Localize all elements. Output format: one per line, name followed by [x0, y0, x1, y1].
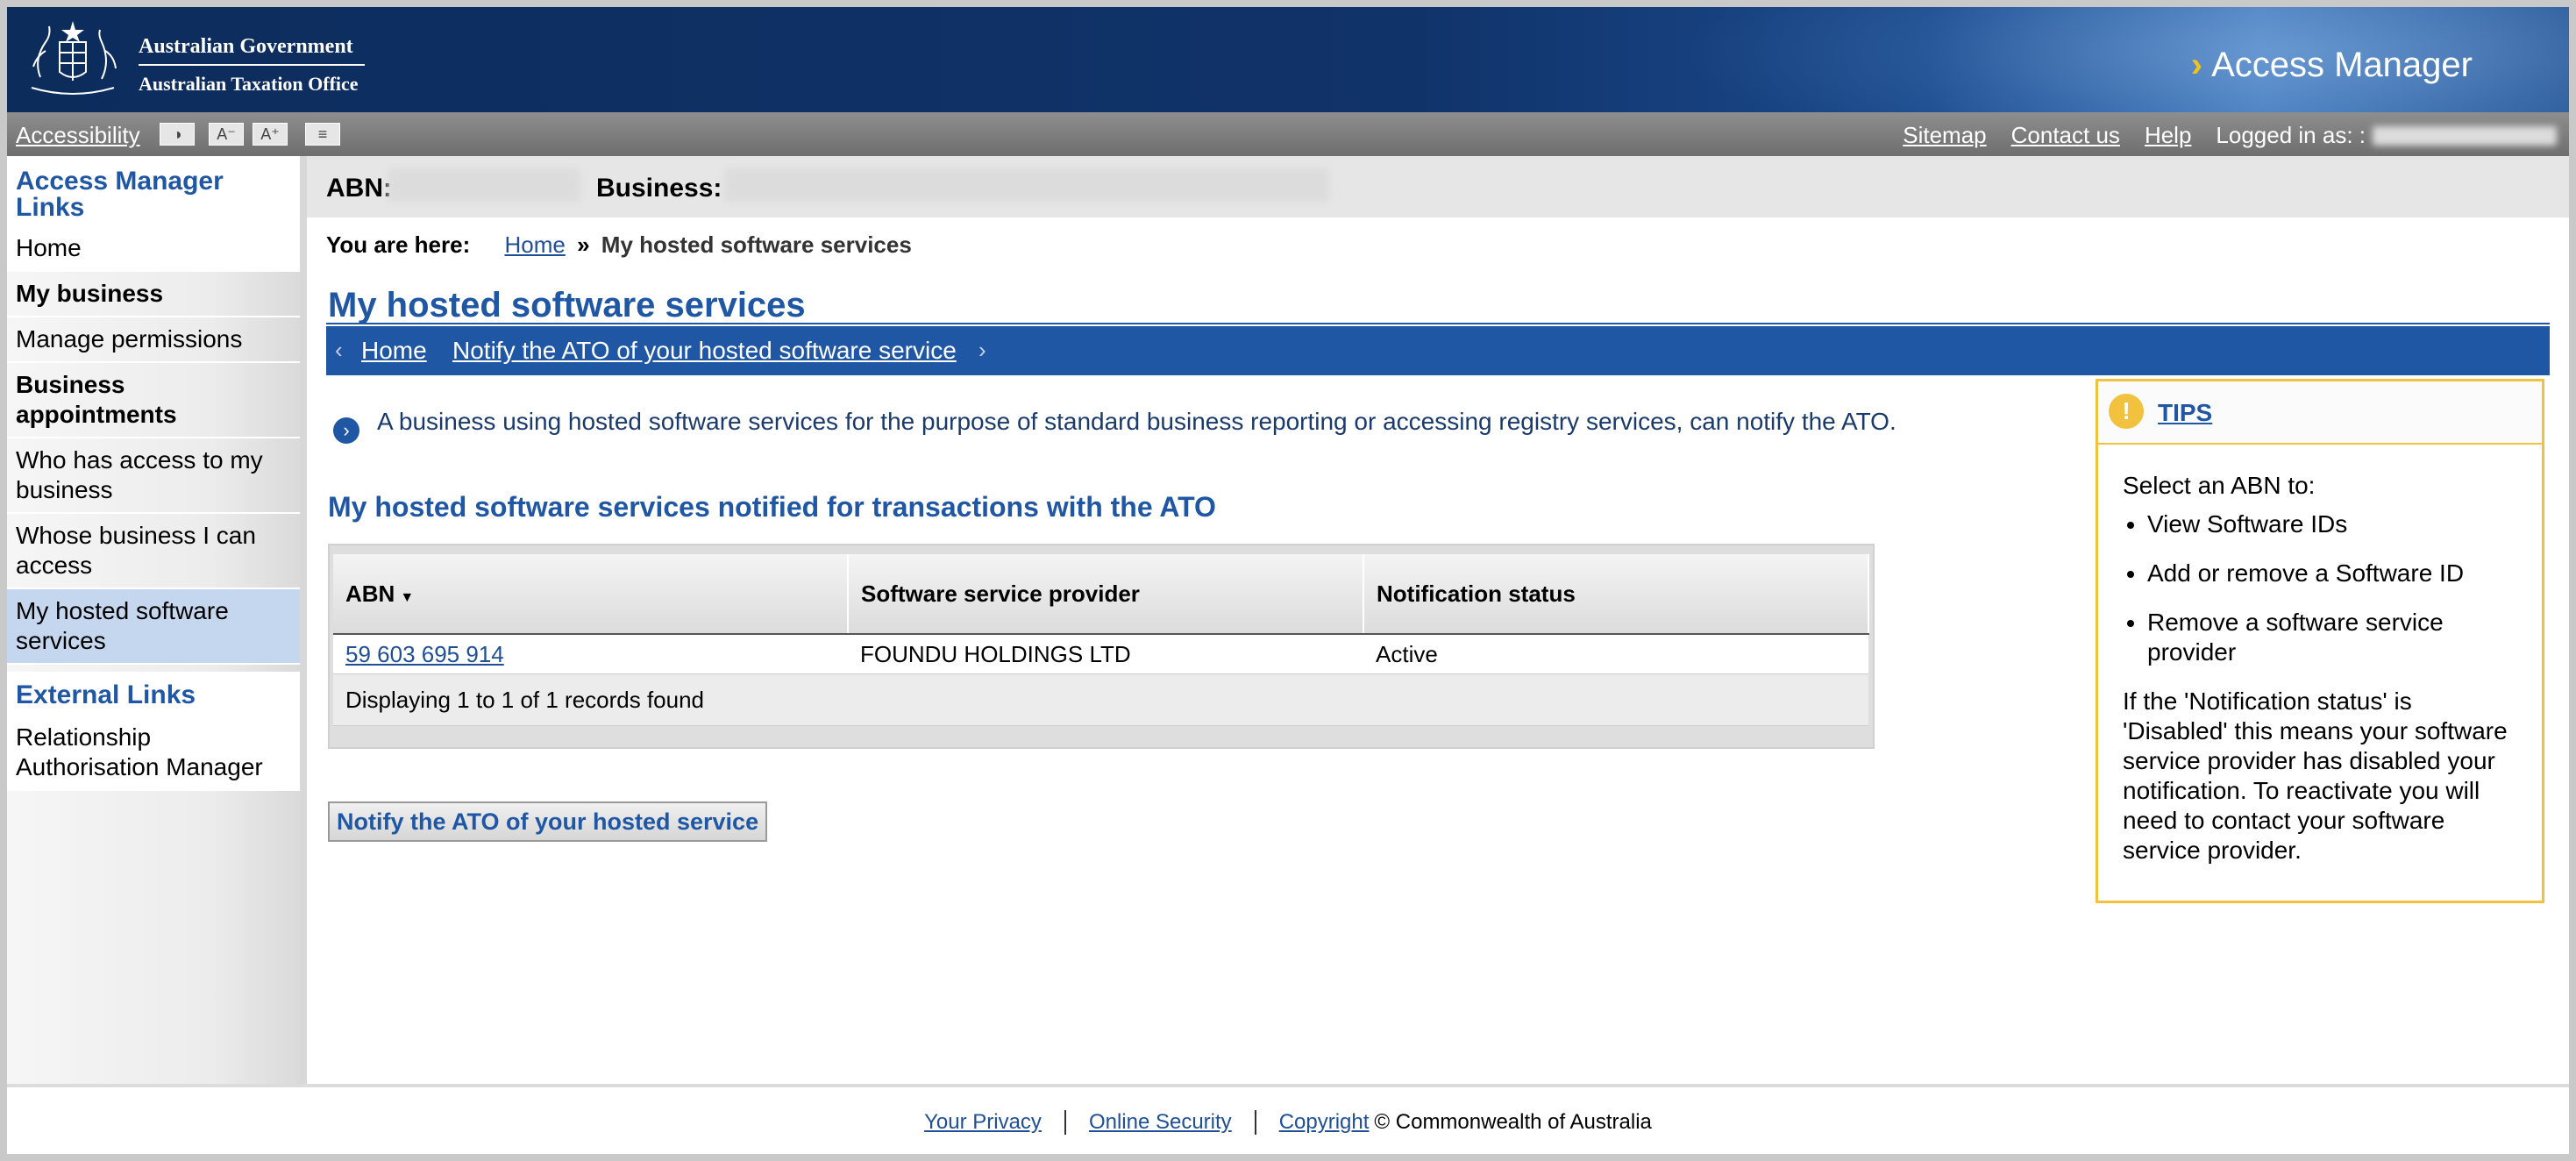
privacy-link[interactable]: Your Privacy [924, 1110, 1042, 1135]
notify-ato-button[interactable]: Notify the ATO of your hosted service [328, 801, 768, 842]
table-footer-row: Displaying 1 to 1 of 1 records found [333, 673, 1868, 726]
tips-list-item: Remove a software service provider [2147, 608, 2517, 667]
contrast-toggle-button[interactable]: ◑ [160, 123, 195, 146]
section-heading: My hosted software services notified for… [328, 491, 1216, 523]
increase-text-icon: A⁺ [260, 125, 280, 143]
copyright-text: © Commonwealth of Australia [1374, 1110, 1652, 1134]
left-navigation: Access Manager Links Home My business Ma… [7, 156, 307, 1084]
breadcrumb-home-link[interactable]: Home [504, 231, 565, 258]
site-banner: Australian Government Australian Taxatio… [7, 7, 2569, 112]
decrease-text-icon: A⁻ [217, 125, 236, 143]
nav-heading: Access Manager Links [7, 156, 300, 226]
coat-of-arms-logo [31, 21, 117, 95]
utility-links: Sitemap Contact us Help Logged in as: : [1903, 122, 2557, 149]
intro-paragraph: A business using hosted software service… [377, 408, 1896, 435]
gov-line-1: Australian Government [139, 35, 365, 66]
text-only-button[interactable]: ≡ [305, 123, 340, 146]
records-count: Displaying 1 to 1 of 1 records found [333, 673, 1868, 726]
subnav-home-link[interactable]: Home [361, 337, 427, 365]
footer-divider [1064, 1110, 1066, 1135]
browser-page: Australian Government Australian Taxatio… [7, 7, 2569, 1154]
column-header-status: Notification status [1363, 554, 1869, 635]
sitemap-link[interactable]: Sitemap [1903, 122, 1986, 149]
nav-item-whose-business[interactable]: Whose business I can access [7, 514, 300, 589]
nav-item-ram[interactable]: Relationship Authorisation Manager [7, 716, 300, 791]
contact-us-link[interactable]: Contact us [2011, 122, 2120, 149]
page-title: My hosted software services [328, 286, 806, 324]
abn-link[interactable]: 59 603 695 914 [345, 641, 504, 667]
breadcrumb: You are here: Home » My hosted software … [326, 231, 912, 259]
increase-text-button[interactable]: A⁺ [253, 123, 288, 146]
chevron-right-icon: › [978, 337, 986, 363]
tips-note: If the 'Notification status' is 'Disable… [2123, 687, 2508, 864]
cell-provider: FOUNDU HOLDINGS LTD [848, 634, 1363, 674]
tips-list-item: Add or remove a Software ID [2147, 559, 2517, 588]
accessibility-link[interactable]: Accessibility [16, 122, 140, 149]
nav-item-my-business: My business [7, 272, 300, 317]
abn-label: ABN: [326, 174, 392, 203]
subnav-notify-link[interactable]: Notify the ATO of your hosted software s… [452, 337, 957, 365]
logged-in-label: Logged in as: : [2216, 122, 2366, 148]
sub-navigation: ‹ Home Notify the ATO of your hosted sof… [326, 326, 2550, 375]
abn-business-bar: ABN: Business: [307, 156, 2569, 217]
title-divider [326, 323, 2550, 324]
nav-item-who-has-access[interactable]: Who has access to my business [7, 438, 300, 514]
footer-divider [1254, 1110, 1256, 1135]
breadcrumb-separator: » [577, 231, 590, 258]
tips-header: ! TIPS [2098, 381, 2542, 445]
nav-item-business-appointments: Business appointments [7, 363, 300, 438]
help-link[interactable]: Help [2145, 122, 2191, 149]
app-title-text: Access Manager [2211, 46, 2473, 84]
gov-line-2: Australian Taxation Office [139, 73, 359, 95]
arrow-bullet-icon: › [333, 417, 359, 444]
tips-body: Select an ABN to: View Software IDs Add … [2098, 445, 2542, 865]
decrease-text-button[interactable]: A⁻ [209, 123, 244, 146]
text-only-icon: ≡ [317, 125, 328, 143]
abn-value-redacted [388, 168, 580, 202]
business-label: Business: [596, 174, 722, 203]
tips-intro: Select an ABN to: [2123, 472, 2316, 499]
tips-title-link[interactable]: TIPS [2158, 399, 2212, 427]
tips-list-item: View Software IDs [2147, 509, 2517, 539]
utility-bar: Accessibility ◑ A⁻ A⁺ ≡ Sitemap Contact … [7, 112, 2569, 156]
column-header-abn[interactable]: ABN ▼ [333, 554, 849, 635]
services-table: ABN ▼ Software service provider Notificat… [333, 554, 1869, 726]
intro-text: › A business using hosted software servi… [333, 407, 1920, 444]
sort-down-icon: ▼ [400, 589, 415, 605]
app-title: › Access Manager [2191, 46, 2473, 85]
cell-abn: 59 603 695 914 [333, 634, 848, 674]
contrast-icon: ◑ [172, 125, 182, 143]
column-header-abn-label: ABN [345, 580, 395, 607]
logged-in-user-redacted [2373, 125, 2557, 146]
table-row: 59 603 695 914 FOUNDU HOLDINGS LTD Activ… [333, 634, 1868, 674]
page-footer: Your Privacy Online Security Copyright ©… [7, 1084, 2569, 1154]
government-wordmark: Australian Government Australian Taxatio… [139, 35, 365, 96]
business-value-redacted [724, 168, 1329, 202]
exclamation-icon: ! [2109, 394, 2144, 429]
nav-item-manage-permissions[interactable]: Manage permissions [7, 317, 300, 363]
tips-panel: ! TIPS Select an ABN to: View Software I… [2096, 379, 2544, 903]
online-security-link[interactable]: Online Security [1089, 1110, 1232, 1135]
column-header-provider: Software service provider [848, 554, 1364, 635]
services-table-container: ABN ▼ Software service provider Notificat… [328, 544, 1875, 749]
chevron-right-icon: › [2190, 46, 2203, 84]
nav-item-home[interactable]: Home [7, 226, 300, 272]
breadcrumb-prefix: You are here: [326, 231, 471, 258]
nav-item-hosted-software[interactable]: My hosted software services [7, 589, 300, 665]
cell-status: Active [1363, 634, 1868, 674]
breadcrumb-current: My hosted software services [601, 231, 912, 258]
chevron-left-icon: ‹ [335, 337, 343, 363]
external-links-heading: External Links [7, 672, 300, 716]
copyright-link[interactable]: Copyright [1279, 1110, 1370, 1135]
table-header-row: ABN ▼ Software service provider Notificat… [333, 554, 1869, 635]
tips-list: View Software IDs Add or remove a Softwa… [2123, 509, 2517, 667]
